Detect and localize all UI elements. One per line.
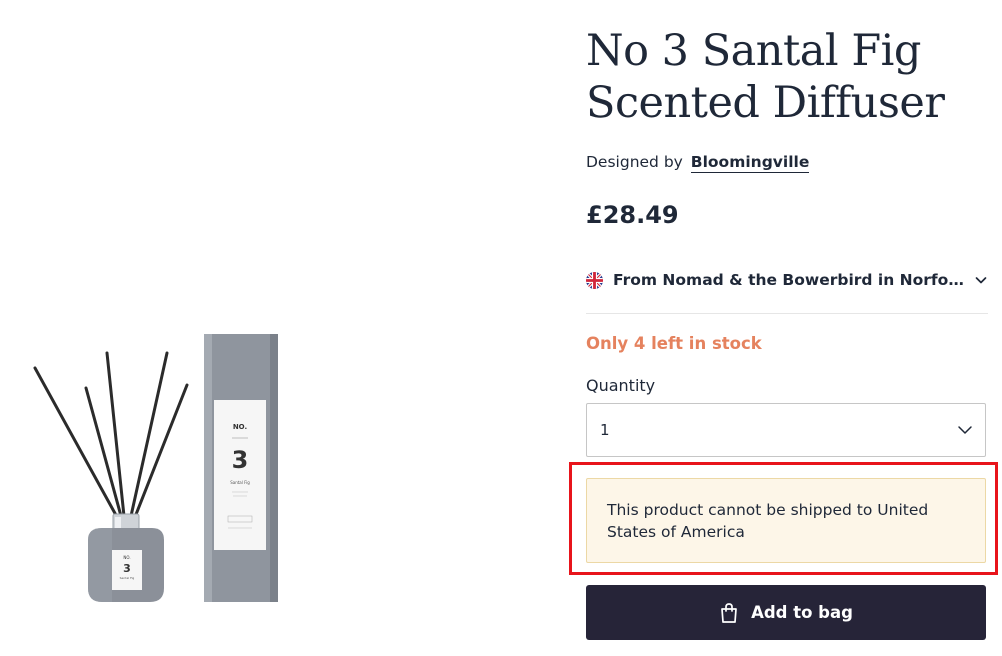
chevron-down-icon — [975, 277, 987, 284]
quantity-value: 1 — [600, 421, 610, 439]
designer-link[interactable]: Bloomingville — [690, 153, 810, 173]
bottle-label-number: 3 — [123, 562, 131, 575]
shopping-bag-icon — [721, 602, 737, 623]
designed-by-label: Designed by — [586, 153, 683, 171]
box-label-brand: NO. — [233, 423, 247, 431]
quantity-select[interactable]: 1 — [586, 403, 986, 457]
add-to-bag-label: Add to bag — [751, 603, 853, 622]
uk-flag-icon — [586, 271, 603, 289]
stock-message: Only 4 left in stock — [586, 334, 762, 353]
quantity-label: Quantity — [586, 376, 656, 395]
box-label-number: 3 — [232, 446, 249, 474]
product-image: NO. 3 Santal Fig NO. 3 Santal Fig — [33, 334, 278, 602]
seller-location-dropdown[interactable]: From Nomad & the Bowerbird in Norfolk, … — [586, 264, 988, 296]
chevron-down-icon — [958, 426, 972, 434]
add-to-bag-button[interactable]: Add to bag — [586, 585, 986, 640]
seller-location-text: From Nomad & the Bowerbird in Norfolk, … — [613, 271, 969, 289]
highlight-annotation-box — [569, 462, 998, 575]
box-label-scent: Santal Fig — [230, 480, 250, 485]
bottle-label-brand: NO. — [123, 555, 130, 560]
bottle-label-scent: Santal Fig — [120, 576, 135, 580]
divider — [586, 313, 988, 314]
product-title: No 3 Santal Fig Scented Diffuser — [586, 26, 945, 128]
product-price: £28.49 — [586, 201, 679, 229]
designer-line: Designed by Bloomingville — [586, 151, 810, 173]
